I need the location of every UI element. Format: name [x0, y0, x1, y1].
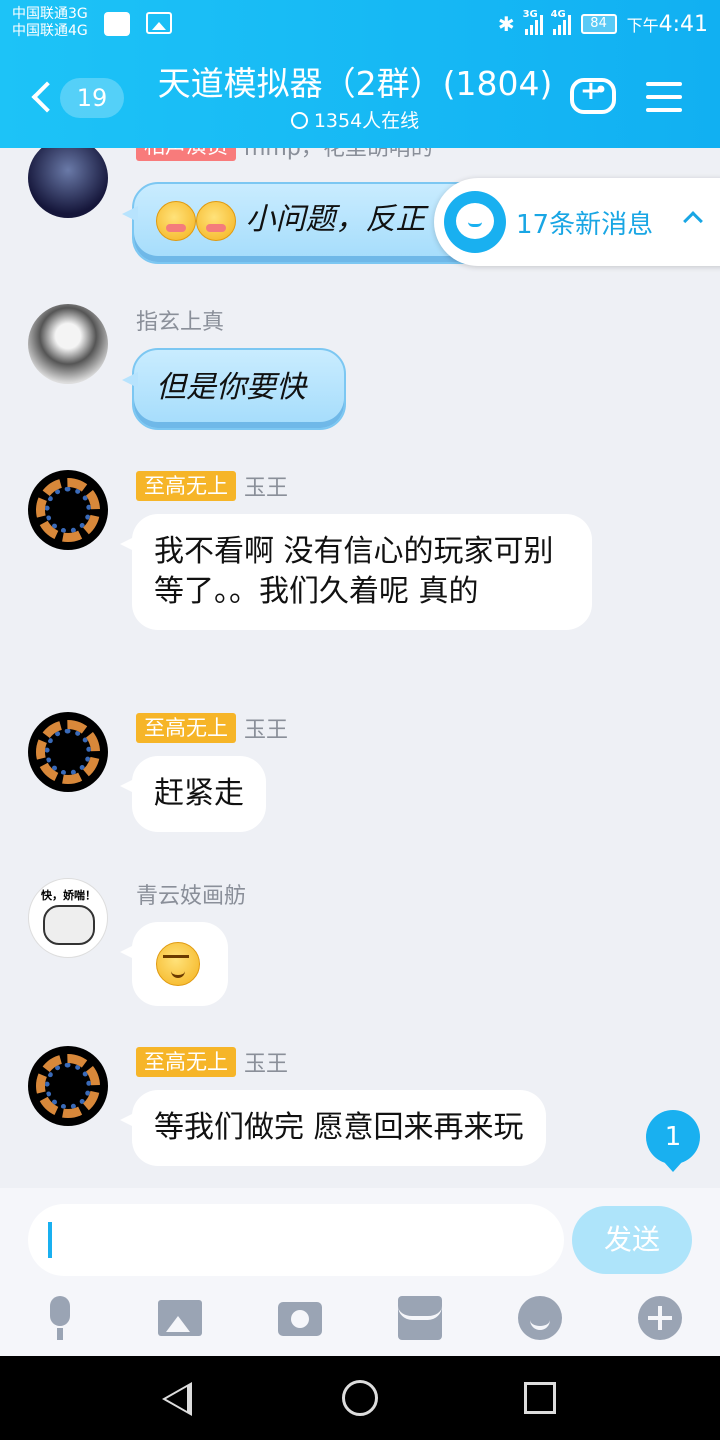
sender-meta: 相声演员 mmp，花里胡哨的 [136, 148, 433, 162]
send-button[interactable]: 发送 [572, 1206, 692, 1274]
avatar[interactable] [28, 1046, 108, 1126]
avatar[interactable] [28, 148, 108, 218]
message-bubble[interactable]: 我不看啊 没有信心的玩家可别等了。。我们久着呢 真的 [120, 514, 592, 630]
top-bar: 中国联通3G 中国联通4G ✱ 3G 4G 84 下午4:41 19 天道模拟器… [0, 0, 720, 148]
sender-name[interactable]: 青云妓画舫 [136, 878, 246, 910]
battery-level: 84 [580, 14, 617, 34]
title-badge: 至高无上 [136, 1047, 236, 1077]
input-bar: 发送 [0, 1188, 720, 1356]
red-packet-icon[interactable] [398, 1296, 442, 1340]
input-toolbar [0, 1288, 720, 1348]
menu-icon[interactable] [646, 82, 682, 112]
notification-icon [104, 12, 130, 36]
nav-back-icon[interactable] [162, 1382, 192, 1416]
text-caret [48, 1222, 52, 1258]
image-icon[interactable] [158, 1300, 202, 1336]
bluetooth-icon: ✱ [497, 12, 515, 36]
carrier-info: 中国联通3G 中国联通4G [12, 6, 88, 40]
avatar[interactable] [28, 470, 108, 550]
plus-icon[interactable] [638, 1296, 682, 1340]
smirk-emoji-icon [156, 942, 200, 986]
avatar[interactable] [28, 304, 108, 384]
status-right: ✱ 3G 4G 84 下午4:41 [497, 9, 708, 38]
sender-name[interactable]: 玉王 [244, 470, 288, 502]
sender-name[interactable]: 玉王 [244, 1046, 288, 1078]
emoji-icon[interactable] [518, 1296, 562, 1340]
status-bar: 中国联通3G 中国联通4G ✱ 3G 4G 84 下午4:41 [0, 0, 720, 48]
title-badge: 至高无上 [136, 471, 236, 501]
carrier-1: 中国联通3G [12, 6, 88, 22]
message-bubble[interactable]: 等我们做完 愿意回来再来玩 [120, 1090, 546, 1166]
message-input[interactable] [28, 1204, 564, 1276]
title-badge: 至高无上 [136, 713, 236, 743]
sender-name[interactable]: 指玄上真 [136, 304, 224, 336]
unread-count-badge[interactable]: 19 [60, 78, 124, 118]
sender-meta: 青云妓画舫 [136, 878, 246, 910]
sick-face-emoji-icon [156, 201, 196, 241]
sender-meta: 指玄上真 [136, 304, 224, 336]
sender-meta: 至高无上 玉王 [136, 712, 288, 744]
online-check-icon [290, 112, 308, 129]
camera-icon[interactable] [278, 1302, 322, 1336]
signal-3g-icon: 3G [523, 9, 543, 35]
sender-meta: 至高无上 玉王 [136, 1046, 288, 1078]
message-bubble[interactable]: 但是你要快 [122, 348, 346, 430]
title-badge: 相声演员 [136, 148, 236, 161]
carrier-2: 中国联通4G [12, 23, 88, 39]
microphone-icon[interactable] [38, 1296, 82, 1340]
chat-area[interactable]: 相声演员 mmp，花里胡哨的 小问题，反正 指玄上真 但是你要快 至高无上 玉王… [0, 148, 720, 1188]
system-nav-bar [0, 1356, 720, 1440]
sender-meta: 至高无上 玉王 [136, 470, 288, 502]
chevron-up-icon [683, 211, 703, 231]
sick-face-emoji-icon [196, 201, 236, 241]
message-bubble[interactable] [120, 922, 228, 1006]
sender-name[interactable]: mmp，花里胡哨的 [244, 148, 433, 162]
avatar[interactable] [28, 712, 108, 792]
avatar[interactable]: 快，娇喘！ [28, 878, 108, 958]
group-title: 天道模拟器（2群）(1804) [157, 64, 553, 103]
sender-name[interactable]: 玉王 [244, 712, 288, 744]
image-notification-icon [146, 12, 172, 34]
new-messages-pill[interactable]: 17条新消息 [434, 178, 720, 266]
chat-bubble-icon [444, 191, 506, 253]
gamepad-icon[interactable] [570, 76, 616, 114]
online-count[interactable]: 1354人在线 [150, 108, 560, 134]
new-messages-label: 17条新消息 [516, 210, 654, 240]
nav-recent-icon[interactable] [524, 1382, 556, 1414]
message-bubble[interactable]: 赶紧走 [120, 756, 266, 832]
nav-home-icon[interactable] [342, 1380, 378, 1416]
unread-mention-bubble[interactable]: 1 [646, 1110, 700, 1172]
signal-4g-icon: 4G [551, 9, 571, 35]
back-arrow-icon[interactable] [30, 78, 52, 118]
clock: 下午4:41 [626, 11, 708, 37]
